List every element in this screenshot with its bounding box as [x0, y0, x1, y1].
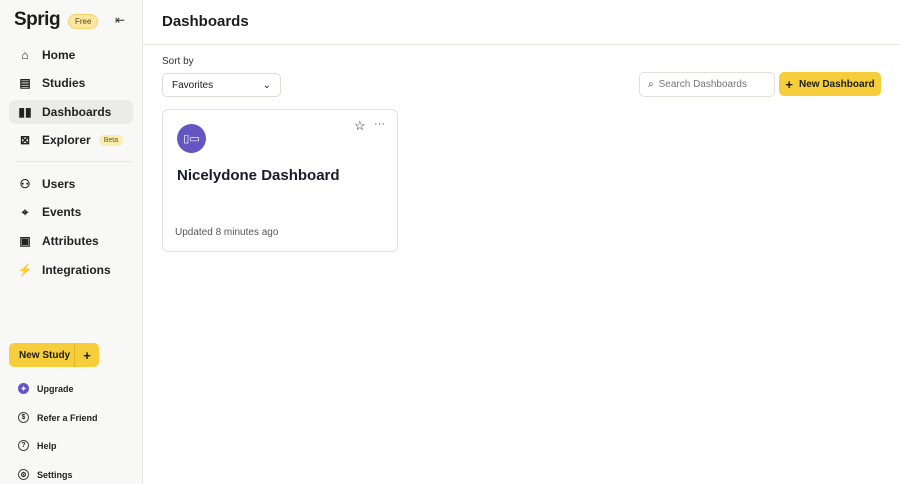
sidebar-item-events[interactable]: ⌖ Events	[9, 200, 133, 224]
upgrade-link[interactable]: ✦ Upgrade	[18, 383, 74, 394]
events-icon: ⌖	[21, 204, 29, 219]
footer-label: Refer a Friend	[37, 412, 98, 423]
plus-icon: +	[785, 76, 793, 92]
plus-icon[interactable]: +	[75, 343, 99, 367]
new-dashboard-label: New Dashboard	[799, 78, 875, 90]
sort-label: Sort by	[162, 56, 194, 67]
beta-badge: Beta	[98, 134, 124, 146]
sidebar-item-users[interactable]: ⚇ Users	[9, 172, 133, 196]
sidebar: Sprig Free ⇤ ⌂ Home ▤ Studies ▮▮ Dashboards…	[0, 0, 143, 484]
chevron-down-icon: ⌄	[262, 79, 271, 91]
search-icon: ⌕	[648, 79, 654, 90]
sidebar-item-label: Explorer	[42, 133, 91, 147]
sidebar-item-label: Users	[42, 177, 76, 191]
search-box[interactable]: ⌕	[639, 72, 775, 97]
page-title: Dashboards	[162, 13, 249, 30]
sidebar-item-label: Dashboards	[42, 105, 112, 119]
users-icon: ⚇	[19, 177, 31, 191]
plan-badge: Free	[68, 14, 99, 29]
plug-icon: ⚡	[17, 263, 33, 277]
sidebar-item-integrations[interactable]: ⚡ Integrations	[9, 258, 133, 282]
sort-value: Favorites	[172, 79, 214, 91]
sidebar-item-label: Events	[42, 205, 82, 219]
dashboard-name: Nicelydone Dashboard	[177, 167, 340, 184]
star-icon[interactable]: ☆	[354, 118, 366, 134]
dashboard-card[interactable]: ▯▭ ☆ ··· Nicelydone Dashboard Updated 8 …	[162, 109, 398, 252]
help-icon: ?	[18, 440, 29, 451]
gear-icon: ⚙	[18, 469, 29, 480]
page-header: Dashboards	[143, 0, 900, 45]
new-dashboard-button[interactable]: + New Dashboard	[779, 72, 881, 96]
sidebar-item-label: Integrations	[42, 263, 111, 277]
attributes-icon: ▣	[19, 234, 31, 248]
search-input[interactable]	[658, 79, 764, 90]
sprig-logo[interactable]: Sprig	[14, 9, 61, 31]
new-study-button[interactable]: New Study +	[9, 343, 99, 367]
dashboard-icon: ▮▮	[18, 105, 32, 119]
sidebar-item-label: Attributes	[42, 234, 99, 248]
collapse-sidebar-icon[interactable]: ⇤	[115, 13, 125, 27]
footer-label: Settings	[37, 469, 73, 480]
sidebar-item-attributes[interactable]: ▣ Attributes	[9, 229, 133, 253]
sidebar-item-studies[interactable]: ▤ Studies	[9, 71, 133, 95]
settings-link[interactable]: ⚙ Settings	[18, 469, 73, 480]
dashboard-icon: ▯▭	[177, 124, 206, 153]
explorer-icon: ⊠	[19, 133, 31, 147]
new-study-label[interactable]: New Study	[9, 343, 75, 367]
more-icon[interactable]: ···	[374, 118, 385, 130]
sort-select[interactable]: Favorites ⌄	[162, 73, 281, 97]
sidebar-item-label: Home	[42, 48, 76, 62]
footer-label: Help	[37, 440, 57, 451]
divider	[16, 161, 132, 162]
dollar-icon: $	[18, 412, 29, 423]
sidebar-item-label: Studies	[42, 76, 86, 90]
help-link[interactable]: ? Help	[18, 440, 57, 451]
sidebar-item-explorer[interactable]: ⊠ Explorer Beta	[9, 128, 133, 152]
home-icon: ⌂	[21, 48, 29, 62]
studies-icon: ▤	[19, 76, 31, 90]
dashboard-updated: Updated 8 minutes ago	[175, 227, 279, 238]
upgrade-icon: ✦	[18, 383, 29, 394]
sidebar-item-dashboards[interactable]: ▮▮ Dashboards	[9, 100, 133, 124]
footer-label: Upgrade	[37, 383, 74, 394]
sidebar-item-home[interactable]: ⌂ Home	[9, 43, 133, 67]
refer-friend-link[interactable]: $ Refer a Friend	[18, 412, 98, 423]
